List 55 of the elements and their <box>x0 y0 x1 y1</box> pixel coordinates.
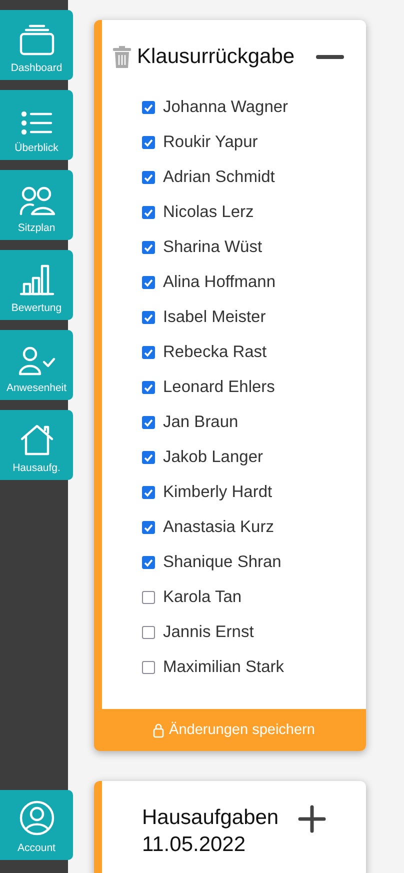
avatar-icon <box>18 800 54 836</box>
student-name: Rebecka Rast <box>163 343 267 362</box>
list-icon <box>20 110 52 136</box>
card-title: Hausaufgaben 11.05.2022 <box>142 805 280 858</box>
student-name: Anastasia Kurz <box>163 518 274 538</box>
student-name: Leonard Ehlers <box>163 378 275 398</box>
checkbox[interactable] <box>142 276 155 290</box>
lock-icon <box>153 722 164 738</box>
student-name: Isabel Meister <box>163 308 266 328</box>
nav-button[interactable]: Überblick <box>0 90 73 160</box>
checkbox[interactable] <box>142 171 155 184</box>
checkbox[interactable] <box>142 311 155 324</box>
student-name: Adrian Schmidt <box>163 168 275 188</box>
checkbox[interactable] <box>142 136 155 150</box>
checkbox[interactable] <box>142 626 155 640</box>
checkbox[interactable] <box>142 451 155 464</box>
collapse-icon[interactable] <box>316 55 344 60</box>
student-name: Alina Hoffmann <box>163 273 276 292</box>
nav-button[interactable]: Bewertung <box>0 250 73 320</box>
student-name: Jannis Ernst <box>163 623 254 642</box>
checkbox[interactable] <box>142 206 155 220</box>
checkbox[interactable] <box>142 101 155 114</box>
checkbox[interactable] <box>142 591 155 604</box>
nav-button[interactable]: Dashboard <box>0 10 73 80</box>
trash-icon[interactable] <box>113 46 131 68</box>
save-button[interactable]: Änderungen speichern <box>102 709 366 752</box>
student-name: Karola Tan <box>163 588 242 608</box>
nav-button[interactable]: Hausaufg. <box>0 410 73 480</box>
checkbox[interactable] <box>142 661 155 674</box>
checkbox[interactable] <box>142 556 155 570</box>
student-name: Sharina Wüst <box>163 238 262 258</box>
checkbox[interactable] <box>142 521 155 534</box>
checkbox[interactable] <box>142 241 155 254</box>
checkbox[interactable] <box>142 346 155 360</box>
student-name: Johanna Wagner <box>163 98 288 118</box>
student-name: Shanique Shran <box>163 553 282 572</box>
student-name: Kimberly Hardt <box>163 483 272 502</box>
account-button[interactable]: Account <box>0 790 73 860</box>
nav-button[interactable]: Anwesenheit <box>0 330 73 400</box>
student-name: Nicolas Lerz <box>163 203 254 222</box>
checkbox[interactable] <box>142 486 155 500</box>
student-name: Roukir Yapur <box>163 133 258 152</box>
student-name: Jan Braun <box>163 413 238 432</box>
nav-button[interactable]: Sitzplan <box>0 170 73 240</box>
house-icon <box>18 424 54 456</box>
people-icon <box>18 186 54 216</box>
card-title: Klausurrückgabe <box>137 44 296 70</box>
checkbox[interactable] <box>142 381 155 394</box>
bar-chart-icon <box>18 264 54 296</box>
tray-icon <box>18 24 56 56</box>
checkbox[interactable] <box>142 416 155 430</box>
expand-icon[interactable] <box>298 805 326 834</box>
student-name: Jakob Langer <box>163 448 263 468</box>
student-name: Maximilian Stark <box>163 658 284 678</box>
person-check-icon <box>18 346 56 376</box>
